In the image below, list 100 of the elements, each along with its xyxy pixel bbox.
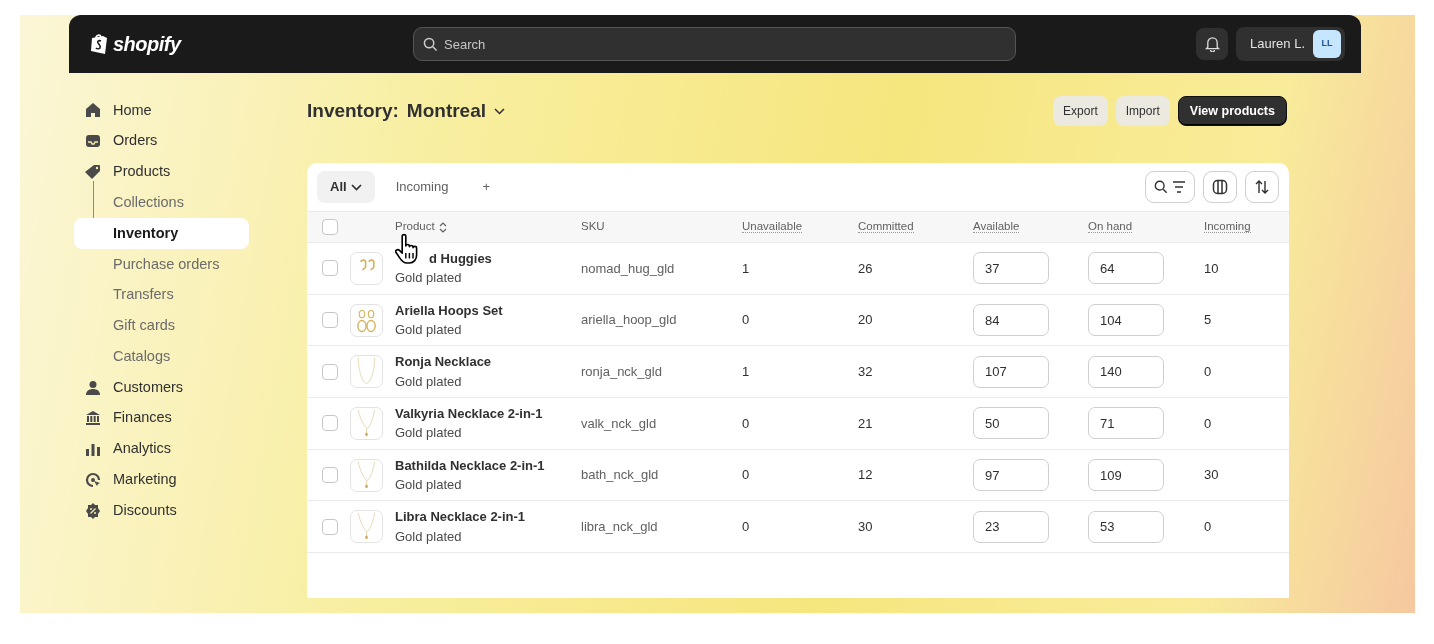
committed-count: 32: [858, 363, 873, 379]
committed-count: 21: [858, 415, 873, 431]
sku-text: bath_nck_gld: [581, 467, 659, 483]
quantity-input[interactable]: 71: [1088, 407, 1164, 440]
tag-icon: [85, 164, 101, 180]
row-checkbox[interactable]: [322, 415, 338, 432]
sort-icon: [438, 221, 447, 233]
column-header[interactable]: Product: [395, 218, 435, 236]
quantity-input[interactable]: 97: [973, 459, 1049, 492]
filter-tab[interactable]: Incoming: [382, 171, 462, 203]
sidebar-item[interactable]: Home: [74, 95, 249, 126]
sort-button[interactable]: [1245, 171, 1279, 203]
incoming-count: 5: [1204, 312, 1212, 328]
bell-icon: [1204, 36, 1220, 52]
incoming-count: 10: [1204, 260, 1219, 276]
home-icon: [85, 102, 101, 119]
sidebar-item[interactable]: Products: [74, 156, 249, 188]
person-icon: [85, 379, 101, 396]
sidebar-subitem[interactable]: Purchase orders: [74, 249, 249, 280]
discount-badge-icon: [85, 502, 101, 519]
product-thumbnail: [350, 355, 383, 389]
sidebar-subitem[interactable]: Collections: [74, 187, 249, 219]
search-field[interactable]: Search: [413, 27, 1016, 61]
product-name[interactable]: Ronja Necklace: [395, 352, 492, 372]
quantity-input[interactable]: 50: [973, 407, 1049, 440]
sidebar-item[interactable]: Finances: [74, 402, 249, 434]
product-name[interactable]: Ariella Hoops Set: [395, 300, 503, 321]
product-thumbnail: [350, 303, 383, 337]
product-name[interactable]: Valkyria Necklace 2-in-1: [395, 403, 543, 424]
target-icon: [85, 471, 101, 488]
incoming-count: 0: [1204, 415, 1212, 431]
variant-text: Gold plated: [395, 527, 462, 546]
unavailable-count: 0: [742, 519, 750, 535]
column-header[interactable]: SKU: [581, 220, 605, 233]
sidebar-subitem[interactable]: Transfers: [74, 279, 249, 311]
search-filter-button[interactable]: [1145, 171, 1195, 203]
product-thumbnail: [350, 406, 383, 440]
product-name[interactable]: Bathilda Necklace 2-in-1: [395, 455, 545, 476]
user-menu-button[interactable]: Lauren L. LL: [1236, 27, 1345, 61]
sidebar-subitem[interactable]: Inventory: [74, 218, 249, 249]
variant-text: Gold plated: [395, 372, 462, 391]
product-thumbnail: [350, 251, 383, 285]
filter-tab[interactable]: All: [317, 171, 375, 203]
sidebar-item[interactable]: Discounts: [74, 495, 249, 527]
bank-icon: [85, 410, 101, 427]
incoming-count: 0: [1204, 519, 1212, 535]
select-all-checkbox[interactable]: [322, 219, 338, 235]
columns-icon: [1212, 179, 1228, 195]
quantity-input[interactable]: 23: [973, 510, 1049, 543]
incoming-count: 30: [1204, 467, 1219, 483]
notifications-button[interactable]: [1196, 28, 1229, 60]
sidebar-subitem[interactable]: Gift cards: [74, 310, 249, 342]
filter-tab[interactable]: +: [469, 171, 503, 203]
column-header[interactable]: Unavailable: [742, 220, 803, 234]
sidebar-item[interactable]: Orders: [74, 125, 249, 157]
filter-icon: [1172, 181, 1186, 193]
row-checkbox[interactable]: [322, 363, 338, 380]
location-selector[interactable]: Montreal: [406, 96, 506, 126]
quantity-input[interactable]: 140: [1088, 355, 1164, 388]
product-name[interactable]: Libra Necklace 2-in-1: [395, 507, 526, 527]
columns-button[interactable]: [1203, 171, 1237, 203]
column-header[interactable]: On hand: [1088, 220, 1133, 234]
toolbar-button[interactable]: Export: [1053, 95, 1108, 127]
quantity-input[interactable]: 104: [1088, 304, 1164, 337]
unavailable-count: 0: [742, 467, 750, 483]
quantity-input[interactable]: 53: [1088, 510, 1164, 543]
row-checkbox[interactable]: [322, 467, 338, 484]
toolbar-button[interactable]: Import: [1115, 95, 1170, 127]
column-header[interactable]: Committed: [858, 220, 914, 234]
page-title: Inventory:: [307, 98, 399, 123]
sku-text: ariella_hoop_gld: [581, 312, 677, 328]
quantity-input[interactable]: 64: [1088, 252, 1164, 285]
logo-text[interactable]: shopify: [113, 29, 181, 59]
column-header[interactable]: Available: [973, 220, 1020, 234]
committed-count: 20: [858, 312, 873, 328]
variant-text: Gold plated: [395, 269, 462, 288]
quantity-input[interactable]: 109: [1088, 459, 1164, 492]
sort-arrows-icon: [1254, 179, 1270, 195]
product-thumbnail: [350, 458, 383, 492]
shopping-bag-icon: [89, 33, 109, 55]
quantity-input[interactable]: 37: [973, 252, 1049, 285]
variant-text: Gold plated: [395, 321, 462, 340]
sidebar-item[interactable]: Marketing: [74, 464, 249, 496]
chevron-down-icon: [494, 107, 506, 115]
sidebar-item[interactable]: Analytics: [74, 433, 249, 465]
row-checkbox[interactable]: [322, 518, 338, 535]
variant-text: Gold plated: [395, 424, 462, 443]
row-checkbox[interactable]: [322, 312, 338, 329]
unavailable-count: 1: [742, 260, 750, 276]
sidebar-item[interactable]: Customers: [74, 372, 249, 403]
product-name[interactable]: d Huggies: [429, 248, 492, 269]
inbox-icon: [85, 133, 101, 150]
committed-count: 30: [858, 519, 873, 535]
column-header[interactable]: Incoming: [1204, 220, 1251, 234]
view-products-button[interactable]: View products: [1177, 95, 1287, 127]
row-checkbox[interactable]: [322, 260, 338, 277]
quantity-input[interactable]: 107: [973, 355, 1049, 388]
quantity-input[interactable]: 84: [973, 304, 1049, 337]
sku-text: nomad_hug_gld: [581, 260, 675, 276]
sidebar-subitem[interactable]: Catalogs: [74, 341, 249, 373]
